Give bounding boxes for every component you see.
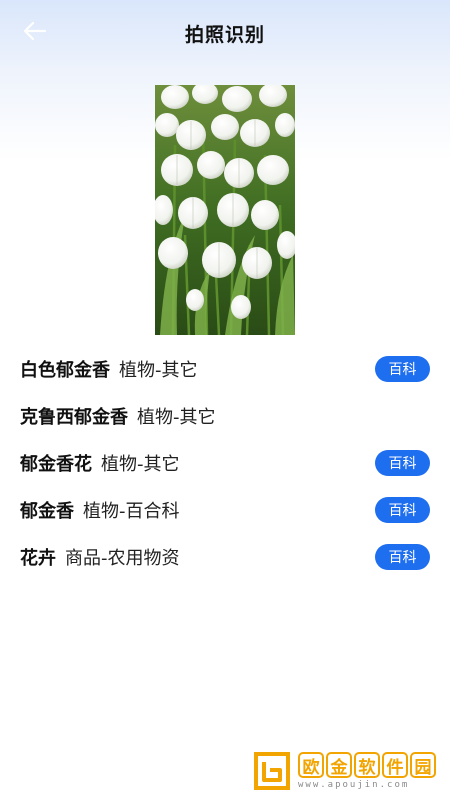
watermark-char: 件	[382, 752, 408, 778]
result-name: 花卉	[20, 547, 56, 569]
watermark-char: 欧	[298, 752, 324, 778]
result-category: 植物-百合科	[83, 500, 180, 522]
result-name: 郁金香	[20, 500, 74, 522]
baike-button[interactable]: 百科	[375, 497, 430, 523]
result-category: 商品-农用物资	[65, 547, 180, 569]
header-bar: 拍照识别	[0, 0, 450, 62]
watermark-char: 金	[326, 752, 352, 778]
recognized-photo	[155, 85, 295, 335]
result-category: 植物-其它	[137, 406, 216, 428]
result-item[interactable]: 郁金香 植物-百合科 百科	[0, 486, 450, 533]
baike-button[interactable]: 百科	[375, 544, 430, 570]
result-item[interactable]: 花卉 商品-农用物资 百科	[0, 533, 450, 580]
result-category: 植物-其它	[101, 453, 180, 475]
result-list: 白色郁金香 植物-其它 百科 克鲁西郁金香 植物-其它 郁金香花 植物-其它 百…	[0, 345, 450, 580]
result-item[interactable]: 白色郁金香 植物-其它 百科	[0, 345, 450, 392]
result-name: 郁金香花	[20, 453, 92, 475]
apoujin-logo-icon	[252, 750, 292, 792]
result-item[interactable]: 郁金香花 植物-其它 百科	[0, 439, 450, 486]
page-title: 拍照识别	[184, 24, 265, 46]
watermark-char: 软	[354, 752, 380, 778]
baike-button[interactable]: 百科	[375, 356, 430, 382]
watermark-url: www.apoujin.com	[298, 780, 410, 790]
result-name: 白色郁金香	[20, 359, 110, 381]
result-name: 克鲁西郁金香	[20, 406, 128, 428]
result-item[interactable]: 克鲁西郁金香 植物-其它	[0, 392, 450, 439]
baike-button[interactable]: 百科	[375, 450, 430, 476]
watermark-char: 园	[410, 752, 436, 778]
result-category: 植物-其它	[119, 359, 198, 381]
watermark-logo: 欧 金 软 件 园 www.apoujin.com	[252, 748, 446, 794]
